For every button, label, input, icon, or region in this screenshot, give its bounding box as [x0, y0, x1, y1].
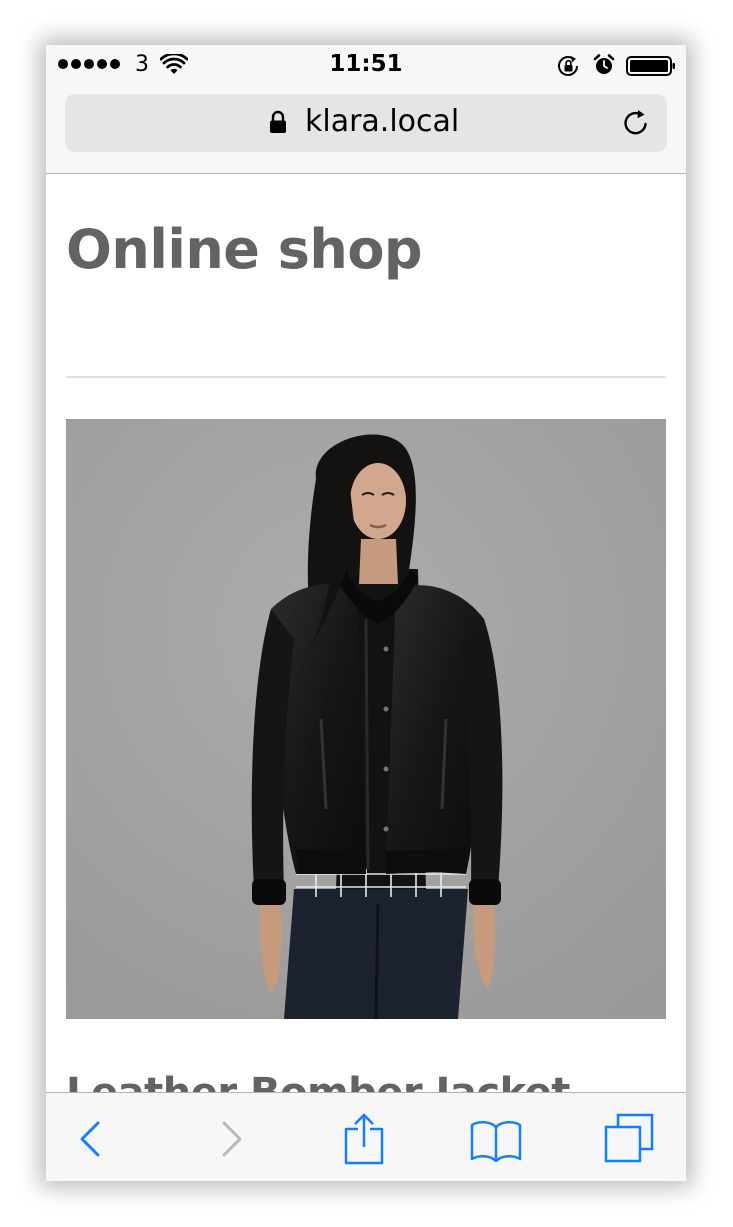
- browser-toolbar: [46, 1092, 686, 1181]
- navigation-bar: klara.local: [46, 87, 686, 174]
- web-page-content: Online shop: [46, 174, 686, 1092]
- reload-icon[interactable]: [621, 108, 651, 138]
- address-bar[interactable]: klara.local: [65, 94, 667, 152]
- status-bar: 3 11:51: [46, 45, 686, 87]
- secure-lock-icon: [270, 110, 286, 133]
- battery-icon: [626, 56, 675, 76]
- title-divider: [66, 376, 666, 378]
- product-name[interactable]: Leather Bomber Jacket: [66, 1070, 570, 1092]
- screenshot-stage: 3 11:51 klara.local Online shop: [0, 0, 733, 1227]
- product-image[interactable]: [66, 419, 666, 1019]
- alarm-icon: [593, 54, 615, 74]
- url-text[interactable]: klara.local: [305, 104, 459, 139]
- orientation-lock-icon: [558, 56, 578, 76]
- bookmarks-button[interactable]: [468, 1111, 524, 1167]
- model-in-jacket-illustration: [66, 419, 666, 1019]
- forward-button[interactable]: [202, 1111, 258, 1167]
- status-time: 11:51: [329, 51, 403, 77]
- back-button[interactable]: [64, 1111, 120, 1167]
- page-title: Online shop: [66, 218, 423, 281]
- tabs-button[interactable]: [602, 1111, 658, 1167]
- share-button[interactable]: [336, 1111, 392, 1167]
- phone-screen: 3 11:51 klara.local Online shop: [46, 45, 686, 1181]
